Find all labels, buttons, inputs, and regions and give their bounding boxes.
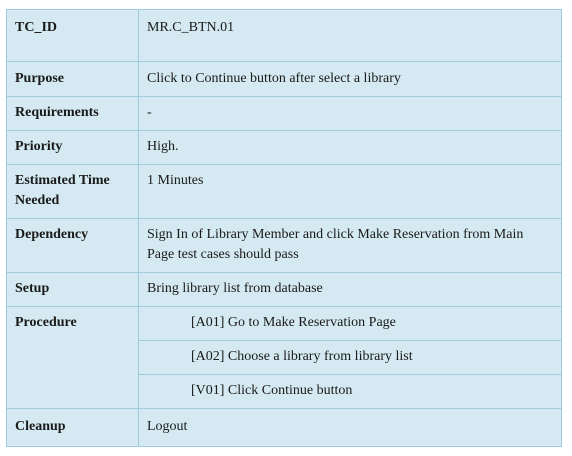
purpose-label: Purpose — [6, 61, 139, 97]
tc-id-value: MR.C_BTN.01 — [138, 9, 562, 62]
estimated-time-value: 1 Minutes — [138, 164, 562, 219]
row-cleanup: Cleanup Logout — [6, 408, 562, 447]
estimated-time-label: Estimated Time Needed — [6, 164, 139, 219]
row-requirements: Requirements - — [6, 96, 562, 131]
procedure-step: [A01] Go to Make Reservation Page — [138, 306, 562, 341]
requirements-label: Requirements — [6, 96, 139, 131]
row-estimated-time: Estimated Time Needed 1 Minutes — [6, 164, 562, 219]
cleanup-label: Cleanup — [6, 408, 139, 447]
row-priority: Priority High. — [6, 130, 562, 165]
procedure-label: Procedure — [6, 306, 139, 409]
row-purpose: Purpose Click to Continue button after s… — [6, 61, 562, 97]
dependency-value: Sign In of Library Member and click Make… — [138, 218, 562, 273]
setup-label: Setup — [6, 272, 139, 307]
test-case-table: TC_ID MR.C_BTN.01 Purpose Click to Conti… — [6, 9, 562, 447]
row-tc-id: TC_ID MR.C_BTN.01 — [6, 9, 562, 62]
row-setup: Setup Bring library list from database — [6, 272, 562, 307]
procedure-step: [V01] Click Continue button — [138, 374, 562, 409]
purpose-value: Click to Continue button after select a … — [138, 61, 562, 97]
requirements-value: - — [138, 96, 562, 131]
cleanup-value: Logout — [138, 408, 562, 447]
priority-label: Priority — [6, 130, 139, 165]
row-dependency: Dependency Sign In of Library Member and… — [6, 218, 562, 273]
row-procedure-step-1: Procedure [A01] Go to Make Reservation P… — [6, 306, 562, 409]
setup-value: Bring library list from database — [138, 272, 562, 307]
tc-id-label: TC_ID — [6, 9, 139, 62]
procedure-step: [A02] Choose a library from library list — [138, 340, 562, 375]
priority-value: High. — [138, 130, 562, 165]
dependency-label: Dependency — [6, 218, 139, 273]
